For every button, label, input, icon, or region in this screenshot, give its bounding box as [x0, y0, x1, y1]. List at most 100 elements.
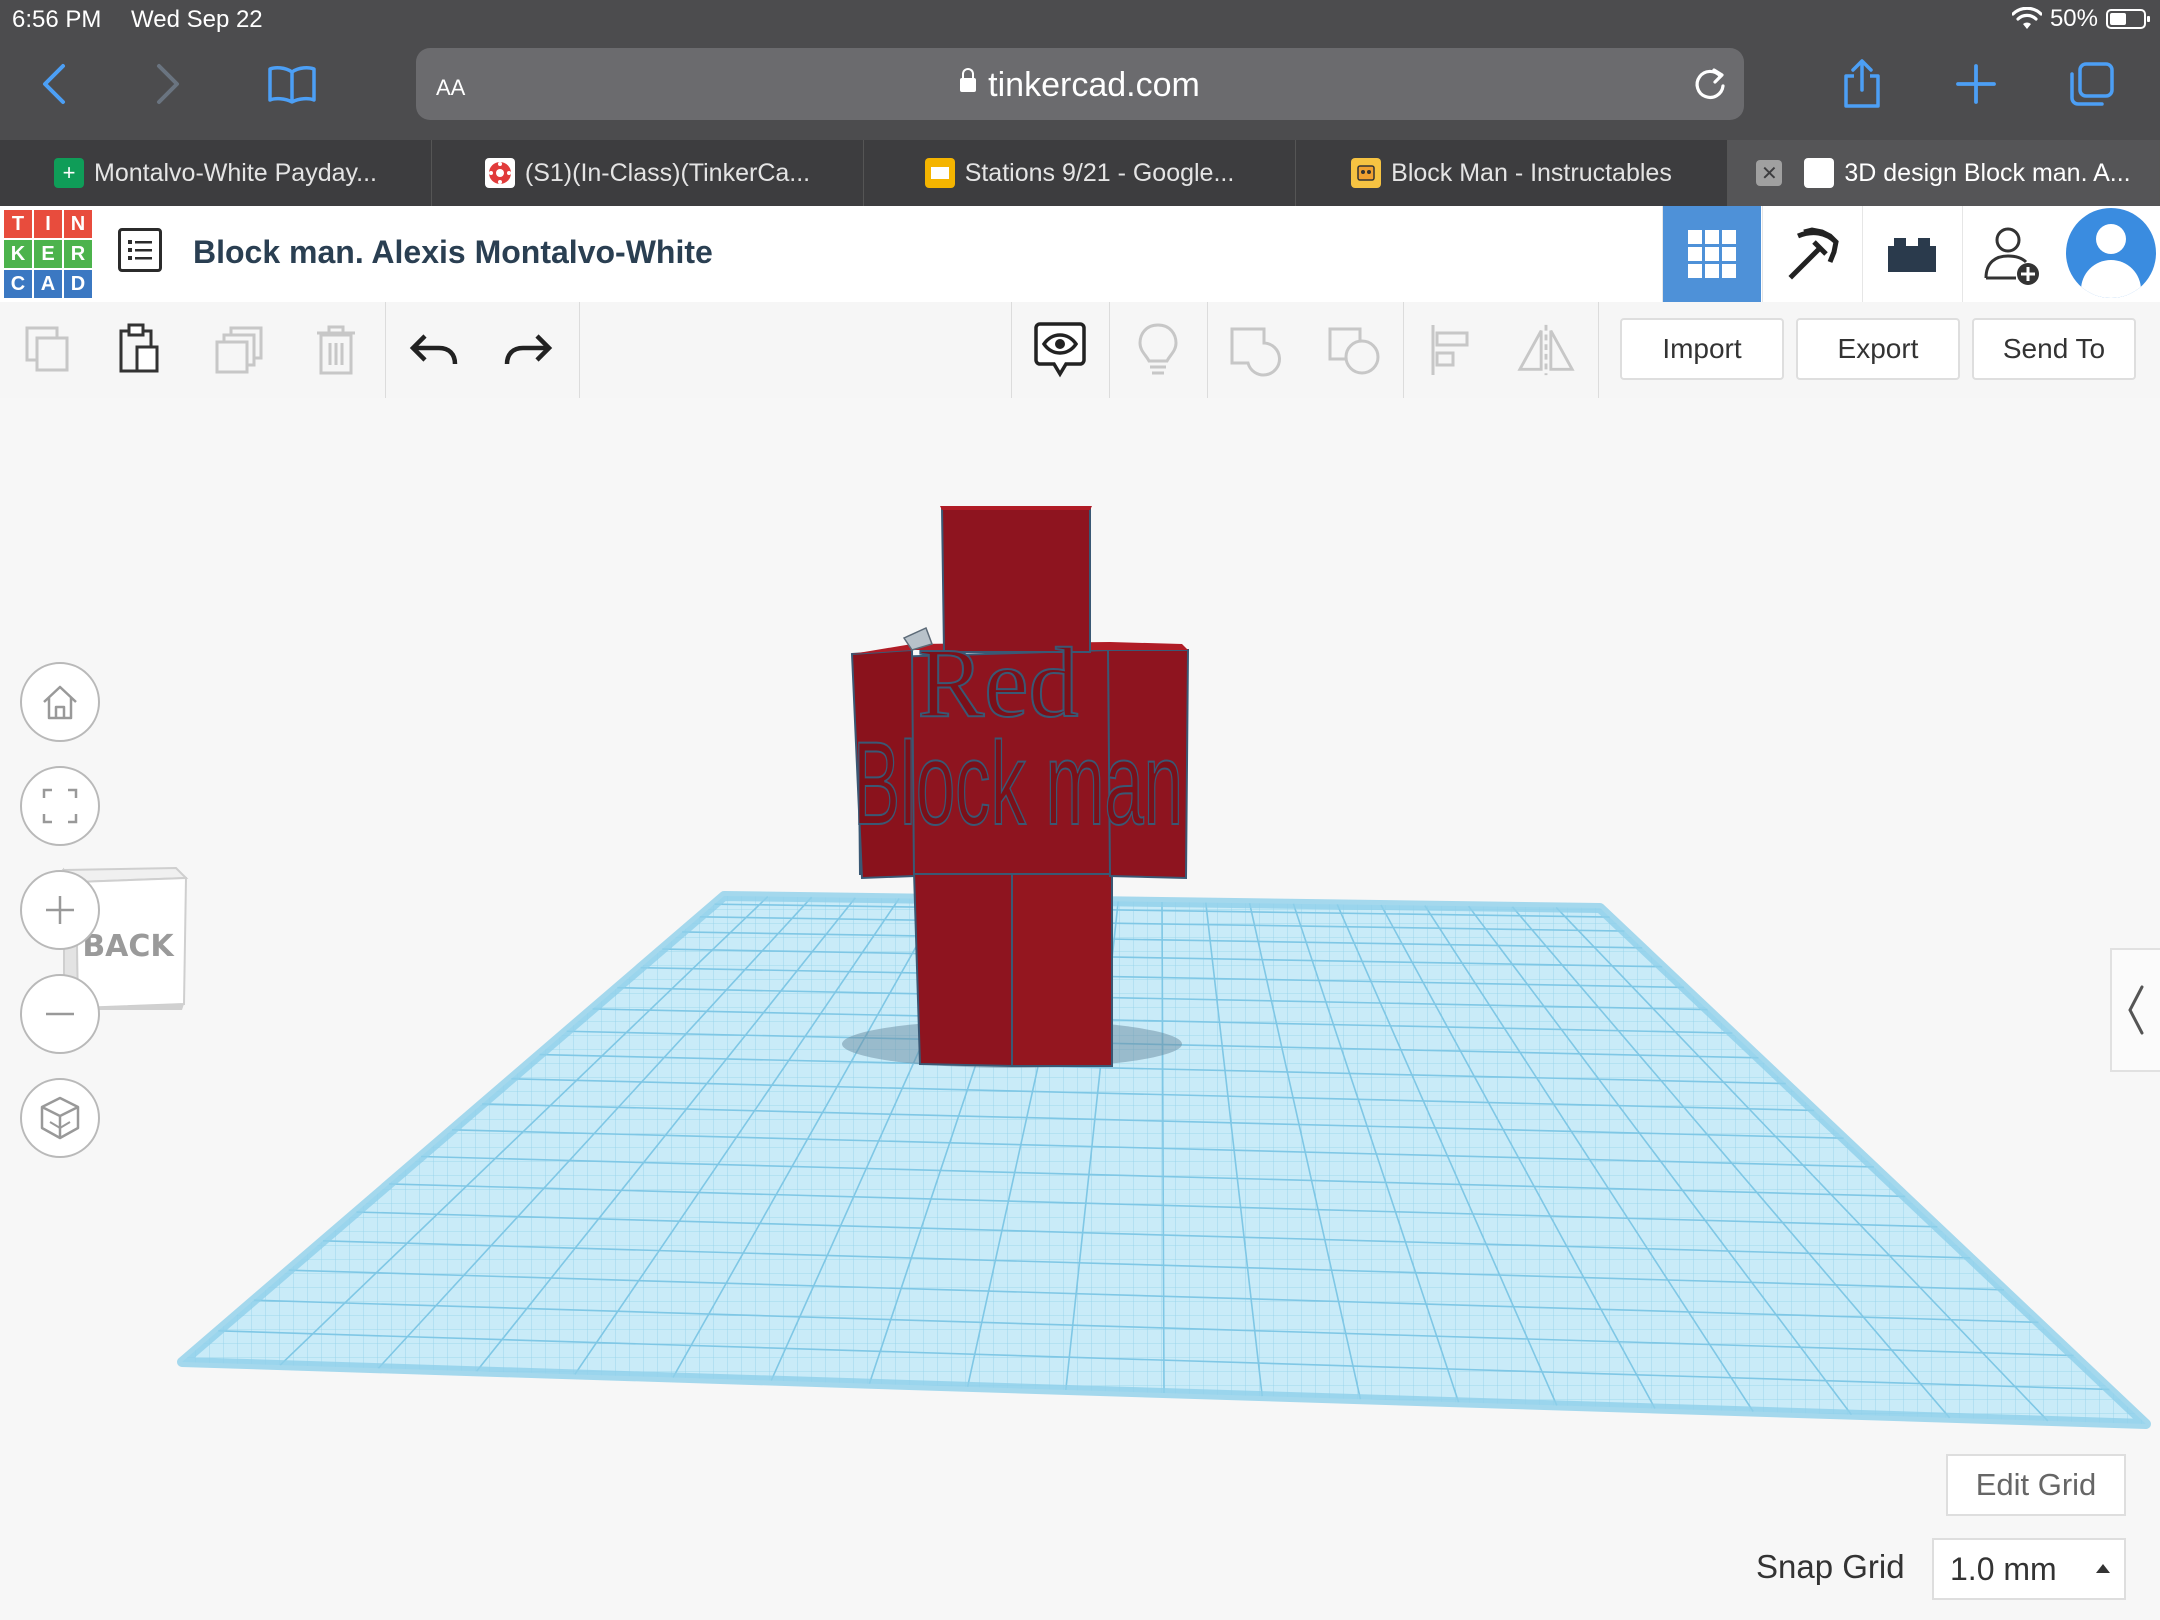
- bricks-view-button[interactable]: [1862, 206, 1961, 302]
- tabs-overview-icon[interactable]: [2062, 54, 2122, 114]
- workplane-grid[interactable]: [177, 891, 2151, 1429]
- toolbar-separator: [1011, 302, 1012, 398]
- fit-view-button[interactable]: [20, 766, 100, 846]
- edit-grid-button[interactable]: Edit Grid: [1946, 1454, 2126, 1516]
- add-user-icon: [1984, 227, 2039, 285]
- show-all-icon[interactable]: [1030, 320, 1090, 380]
- mirror-icon[interactable]: [1516, 320, 1576, 380]
- status-right: 50%: [2011, 5, 2150, 33]
- paste-icon[interactable]: [110, 320, 170, 380]
- edit-toolbar: Import Export Send To: [0, 302, 2160, 400]
- zoom-out-button[interactable]: [20, 974, 100, 1054]
- send-to-button[interactable]: Send To: [1972, 318, 2136, 380]
- logo-letter: K: [4, 240, 32, 268]
- grid-view-icon: [1688, 230, 1736, 278]
- logo-letter: T: [4, 210, 32, 238]
- status-time: 6:56 PM: [12, 6, 102, 33]
- share-icon[interactable]: [1832, 54, 1892, 114]
- cube-icon: [40, 1096, 80, 1140]
- copy-icon[interactable]: [18, 320, 78, 380]
- new-tab-icon[interactable]: [1946, 54, 2006, 114]
- invite-user-button[interactable]: [1962, 206, 2061, 302]
- zoom-in-button[interactable]: [20, 870, 100, 950]
- model-text-line2: Block man: [853, 718, 1183, 850]
- align-icon[interactable]: [1422, 320, 1482, 380]
- logo-letter: C: [4, 270, 32, 298]
- tab-label: Block Man - Instructables: [1391, 158, 1672, 187]
- logo-letter: D: [64, 270, 92, 298]
- toolbar-separator: [1109, 302, 1110, 398]
- import-button[interactable]: Import: [1620, 318, 1784, 380]
- fit-icon: [42, 788, 78, 824]
- wifi-icon: [2011, 7, 2042, 29]
- url-display[interactable]: tinkercad.com: [416, 66, 1744, 105]
- lightbulb-icon[interactable]: [1128, 320, 1188, 380]
- reload-icon[interactable]: [1690, 64, 1730, 104]
- tab-label: 3D design Block man. A...: [1844, 158, 2131, 187]
- minus-icon: [46, 1012, 74, 1016]
- brick-icon: [1888, 238, 1936, 272]
- workplane-scene[interactable]: Red Block man: [0, 398, 2160, 1620]
- tinkercad-header: T I N K E R C A D Block man. Alexis Mont…: [0, 206, 2160, 304]
- export-button[interactable]: Export: [1796, 318, 1960, 380]
- avatar[interactable]: [2066, 208, 2156, 298]
- tinkercad-icon: [1804, 158, 1835, 188]
- plus-icon: [46, 896, 74, 924]
- logo-letter: E: [34, 240, 62, 268]
- sheets-icon: +: [54, 158, 84, 188]
- snap-grid-value: 1.0 mm: [1950, 1550, 2057, 1587]
- back-icon[interactable]: [24, 54, 84, 114]
- logo-letter: N: [64, 210, 92, 238]
- logo-letter: I: [34, 210, 62, 238]
- toolbar-separator: [1207, 302, 1208, 398]
- battery-icon: [2106, 9, 2150, 29]
- bookmarks-icon[interactable]: [262, 54, 322, 114]
- ungroup-icon[interactable]: [1324, 320, 1384, 380]
- toolbar-separator: [1403, 302, 1404, 398]
- tab-slides[interactable]: Stations 9/21 - Google...: [864, 140, 1296, 206]
- canvas-icon: [484, 158, 515, 188]
- status-date: Wed Sep 22: [131, 6, 263, 33]
- delete-icon[interactable]: [306, 320, 366, 380]
- address-bar[interactable]: AA tinkercad.com: [416, 48, 1744, 120]
- tab-label: Montalvo-White Payday...: [94, 158, 377, 187]
- duplicate-icon[interactable]: [210, 320, 270, 380]
- design-title[interactable]: Block man. Alexis Montalvo-White: [193, 234, 713, 271]
- design-list-icon[interactable]: [118, 228, 162, 272]
- blocks-view-button[interactable]: [1762, 206, 1861, 302]
- url-text: tinkercad.com: [988, 66, 1200, 104]
- caret-up-icon: [2096, 1564, 2110, 1573]
- tab-label: Stations 9/21 - Google...: [964, 158, 1235, 187]
- tab-payday[interactable]: + Montalvo-White Payday...: [0, 140, 432, 206]
- tab-canvas[interactable]: (S1)(In-Class)(TinkerCa...: [432, 140, 864, 206]
- logo-letter: R: [64, 240, 92, 268]
- status-bar: 6:56 PM Wed Sep 22 50%: [0, 0, 2160, 40]
- undo-icon[interactable]: [404, 320, 464, 380]
- slides-icon: [924, 158, 955, 188]
- perspective-toggle-button[interactable]: [20, 1078, 100, 1158]
- home-icon: [43, 685, 77, 720]
- pickaxe-icon: [1788, 227, 1839, 280]
- forward-icon[interactable]: [138, 54, 198, 114]
- toolbar-separator: [579, 302, 580, 398]
- workplane-area: Red Block man BACK Edit Grid Snap Grid 1…: [0, 398, 2160, 1620]
- home-view-button[interactable]: [20, 662, 100, 742]
- toolbar-separator: [1598, 302, 1599, 398]
- tab-instructables[interactable]: Block Man - Instructables: [1296, 140, 1728, 206]
- logo-letter: A: [34, 270, 62, 298]
- lock-icon: [960, 68, 977, 93]
- snap-grid-label: Snap Grid: [1756, 1548, 1905, 1585]
- close-tab-icon[interactable]: ✕: [1756, 160, 1783, 186]
- battery-percent: 50%: [2049, 5, 2098, 32]
- snap-grid-select[interactable]: 1.0 mm: [1932, 1538, 2126, 1600]
- instructables-icon: [1351, 158, 1382, 188]
- toolbar-separator: [385, 302, 386, 398]
- 3d-design-view-button[interactable]: [1662, 206, 1761, 302]
- tab-tinkercad-active[interactable]: ✕ 3D design Block man. A...: [1728, 140, 2160, 206]
- tab-label: (S1)(In-Class)(TinkerCa...: [524, 158, 811, 187]
- redo-icon[interactable]: [498, 320, 558, 380]
- chevron-left-icon: [2128, 985, 2144, 1035]
- tinkercad-logo[interactable]: T I N K E R C A D: [4, 210, 92, 298]
- group-icon[interactable]: [1226, 320, 1286, 380]
- side-panel-toggle[interactable]: [2110, 948, 2160, 1072]
